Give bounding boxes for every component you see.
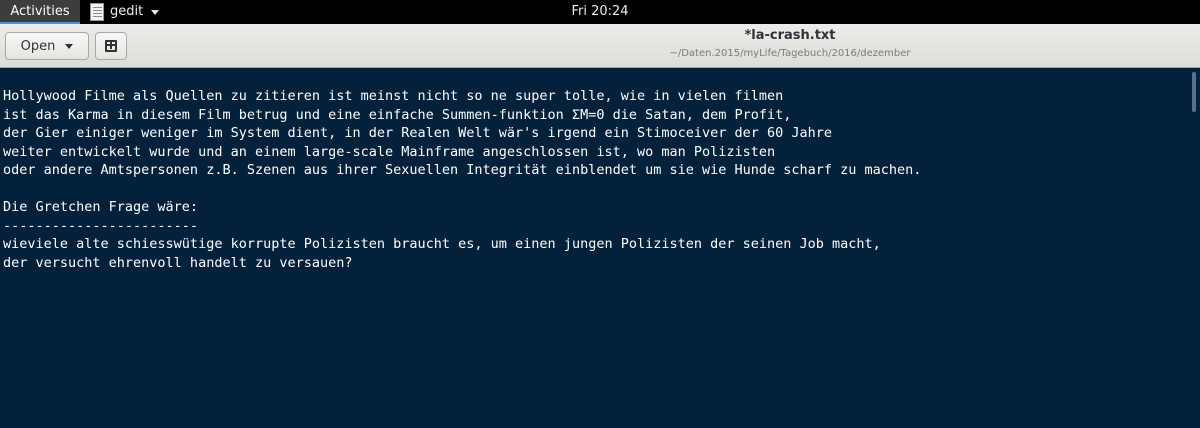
text-line: der versucht ehrenvoll handelt zu versau… bbox=[3, 254, 353, 271]
new-tab-icon bbox=[105, 40, 117, 52]
open-button-label: Open bbox=[20, 38, 56, 54]
text-line: ------------------------ bbox=[3, 217, 199, 234]
text-line: weiter entwickelt wurde und an einem lar… bbox=[3, 143, 776, 160]
text-line: ist das Karma in diesem Film betrug und … bbox=[3, 106, 792, 123]
text-line: der Gier einiger weniger im System dient… bbox=[3, 125, 833, 141]
scrollbar-thumb[interactable] bbox=[1192, 72, 1196, 112]
top-bar: Activities gedit Fri 20:24 bbox=[0, 0, 1200, 24]
open-button[interactable]: Open bbox=[5, 32, 89, 60]
new-tab-button[interactable] bbox=[95, 32, 127, 60]
vertical-scrollbar[interactable] bbox=[1188, 68, 1200, 428]
text-line: oder andere Amtspersonen z.B. Szenen aus… bbox=[3, 162, 922, 178]
text-line: wieviele alte schiesswütige korrupte Pol… bbox=[3, 236, 881, 252]
chevron-down-icon bbox=[65, 43, 74, 49]
clock[interactable]: Fri 20:24 bbox=[0, 0, 1200, 24]
text-editor-area[interactable]: Hollywood Filme als Quellen zu zitieren … bbox=[0, 68, 1188, 428]
editor-text: Hollywood Filme als Quellen zu zitieren … bbox=[3, 87, 921, 272]
text-line: Die Gretchen Frage wäre: bbox=[3, 199, 199, 215]
document-path: ~/Daten.2015/myLife/Tagebuch/2016/dezemb… bbox=[669, 48, 911, 59]
document-title: *la-crash.txt bbox=[744, 28, 836, 43]
header-bar: Open *la-crash.txt ~/Daten.2015/myLife/T… bbox=[0, 24, 1200, 68]
text-line: Hollywood Filme als Quellen zu zitieren … bbox=[3, 88, 784, 104]
